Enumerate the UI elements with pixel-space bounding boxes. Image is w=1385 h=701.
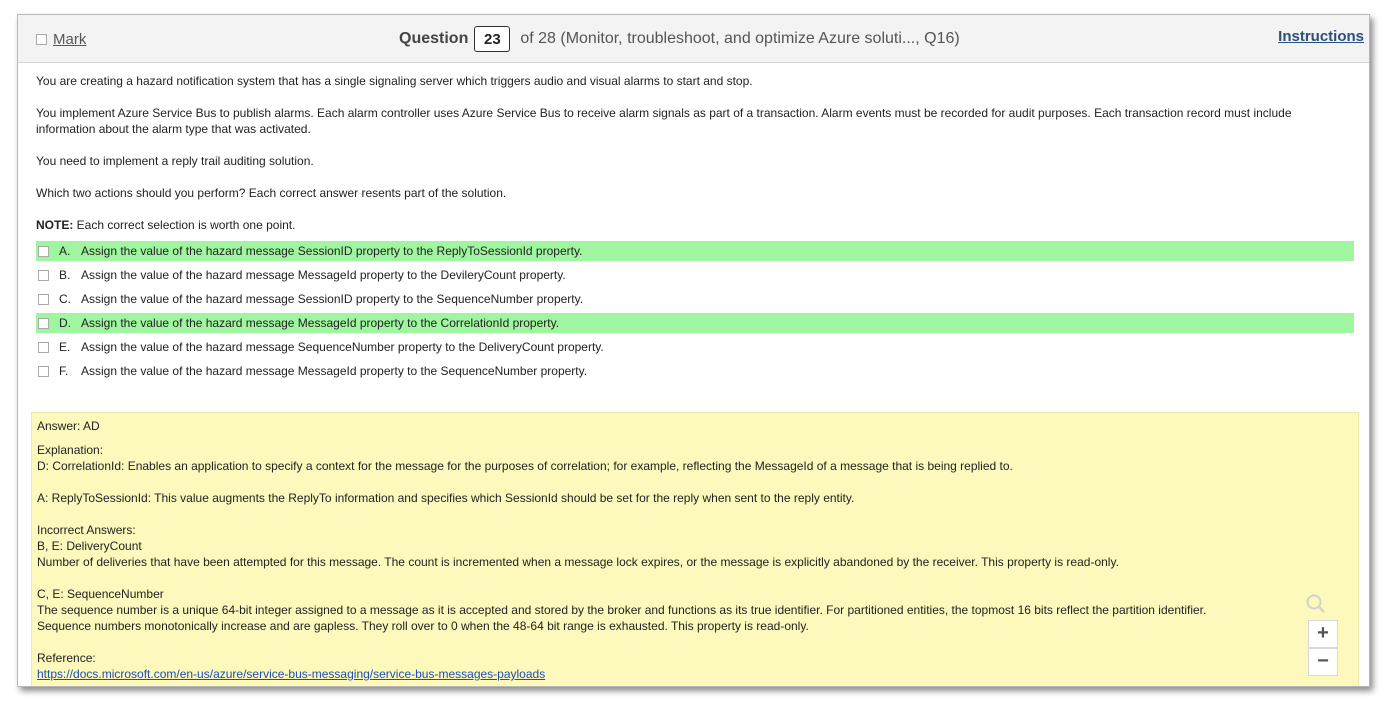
option-checkbox[interactable] — [38, 269, 49, 281]
option-text: Assign the value of the hazard message S… — [81, 340, 604, 354]
note-text: Each correct selection is worth one poin… — [73, 218, 296, 232]
explanation-d: D: CorrelationId: Enables an application… — [37, 459, 1013, 473]
option-text: Assign the value of the hazard message S… — [81, 292, 584, 306]
plus-icon: + — [1317, 622, 1329, 644]
option-checkbox[interactable] — [38, 293, 49, 305]
note: NOTE: Each correct selection is worth on… — [36, 217, 1354, 233]
option-a[interactable]: A. Assign the value of the hazard messag… — [36, 241, 1354, 261]
question-paragraph: You need to implement a reply trail audi… — [36, 154, 314, 168]
option-letter: C. — [59, 292, 71, 306]
option-text: Assign the value of the hazard message M… — [81, 268, 566, 282]
question-context: of 28 (Monitor, troubleshoot, and optimi… — [520, 30, 960, 47]
option-letter: F. — [59, 364, 69, 378]
incorrect-answers-label: Incorrect Answers: — [37, 523, 136, 537]
mark-checkbox[interactable] — [36, 34, 47, 45]
ce-text: The sequence number is a unique 64-bit i… — [37, 603, 1207, 617]
exam-window: Mark Question 23 of 28 (Monitor, trouble… — [17, 14, 1370, 687]
option-e[interactable]: E. Assign the value of the hazard messag… — [36, 337, 1354, 357]
magnifier-icon — [1301, 593, 1331, 617]
option-checkbox[interactable] — [38, 317, 49, 329]
explanation-label: Explanation: — [37, 443, 104, 457]
reference-label: Reference: — [37, 651, 96, 665]
answer-line: Answer: AD — [37, 419, 100, 433]
answer-explanation-panel: Answer: AD Explanation: D: CorrelationId… — [31, 412, 1359, 686]
option-c[interactable]: C. Assign the value of the hazard messag… — [36, 289, 1354, 309]
option-f[interactable]: F. Assign the value of the hazard messag… — [36, 361, 1354, 381]
question-body: You are creating a hazard notification s… — [36, 73, 1354, 385]
option-checkbox[interactable] — [38, 245, 49, 257]
be-heading: B, E: DeliveryCount — [37, 539, 142, 553]
option-letter: A. — [59, 244, 71, 258]
question-number-box[interactable]: 23 — [474, 26, 511, 52]
zoom-in-button[interactable]: + — [1308, 620, 1338, 648]
question-counter: Question 23 of 28 (Monitor, troubleshoot… — [399, 26, 960, 52]
minus-icon: − — [1317, 650, 1329, 672]
option-text: Assign the value of the hazard message M… — [81, 364, 588, 378]
explanation-a: A: ReplyToSessionId: This value augments… — [37, 491, 855, 505]
option-letter: B. — [59, 268, 71, 282]
ce-heading: C, E: SequenceNumber — [37, 587, 164, 601]
mark-label[interactable]: Mark — [53, 31, 86, 48]
instructions-link[interactable]: Instructions — [1278, 28, 1364, 45]
zoom-out-button[interactable]: − — [1308, 648, 1338, 676]
ce-text-continued: Sequence numbers monotonically increase … — [37, 619, 809, 633]
option-b[interactable]: B. Assign the value of the hazard messag… — [36, 265, 1354, 285]
reference-link[interactable]: https://docs.microsoft.com/en-us/azure/s… — [37, 667, 545, 681]
option-checkbox[interactable] — [38, 365, 49, 377]
option-letter: D. — [59, 316, 71, 330]
answer-options: A. Assign the value of the hazard messag… — [36, 241, 1354, 381]
option-text: Assign the value of the hazard message S… — [81, 244, 583, 258]
mark-toggle[interactable]: Mark — [36, 31, 86, 48]
note-label: NOTE: — [36, 218, 74, 232]
be-text: Number of deliveries that have been atte… — [37, 555, 1119, 569]
question-word: Question — [399, 30, 469, 47]
question-paragraph: You are creating a hazard notification s… — [36, 74, 753, 88]
option-d[interactable]: D. Assign the value of the hazard messag… — [36, 313, 1354, 333]
question-paragraph: Which two actions should you perform? Ea… — [36, 186, 507, 200]
question-header: Mark Question 23 of 28 (Monitor, trouble… — [18, 15, 1369, 63]
option-text: Assign the value of the hazard message M… — [81, 316, 560, 330]
option-checkbox[interactable] — [38, 341, 49, 353]
question-paragraph: You implement Azure Service Bus to publi… — [36, 106, 1292, 136]
option-letter: E. — [59, 340, 71, 354]
